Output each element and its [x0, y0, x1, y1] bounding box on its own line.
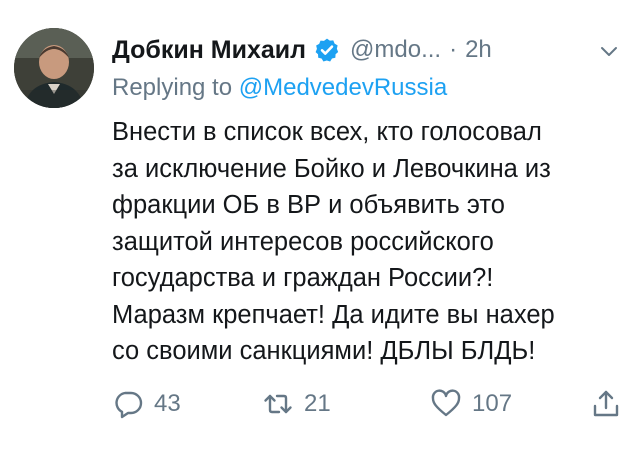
reply-count: 43	[154, 390, 181, 417]
tweet-actions: 43 21 107	[112, 384, 626, 424]
author-handle[interactable]: @mdo...	[350, 36, 441, 64]
share-button[interactable]	[590, 384, 622, 424]
chevron-down-icon[interactable]	[598, 40, 620, 62]
tweet-text: Внести в список всех, кто голосовал за и…	[112, 118, 555, 365]
replying-to: Replying to @MedvedevRussia	[112, 74, 447, 102]
avatar[interactable]	[14, 28, 94, 108]
retweet-count: 21	[304, 390, 331, 417]
retweet-button[interactable]: 21	[262, 384, 331, 424]
replying-to-label: Replying to	[112, 74, 233, 101]
replying-to-mention[interactable]: @MedvedevRussia	[239, 74, 447, 101]
avatar-photo	[14, 28, 94, 108]
like-count: 107	[472, 390, 513, 417]
separator-dot: ·	[449, 36, 458, 63]
retweet-icon	[262, 388, 294, 420]
share-icon	[590, 388, 622, 420]
tweet-header: Добкин Михаил @mdo... · 2h	[112, 30, 626, 70]
like-button[interactable]: 107	[430, 384, 512, 424]
timestamp[interactable]: 2h	[465, 36, 492, 64]
heart-icon	[430, 388, 462, 420]
reply-button[interactable]: 43	[112, 384, 181, 424]
reply-icon	[112, 388, 144, 420]
author-name[interactable]: Добкин Михаил	[112, 36, 306, 65]
verified-badge-icon	[314, 37, 340, 63]
